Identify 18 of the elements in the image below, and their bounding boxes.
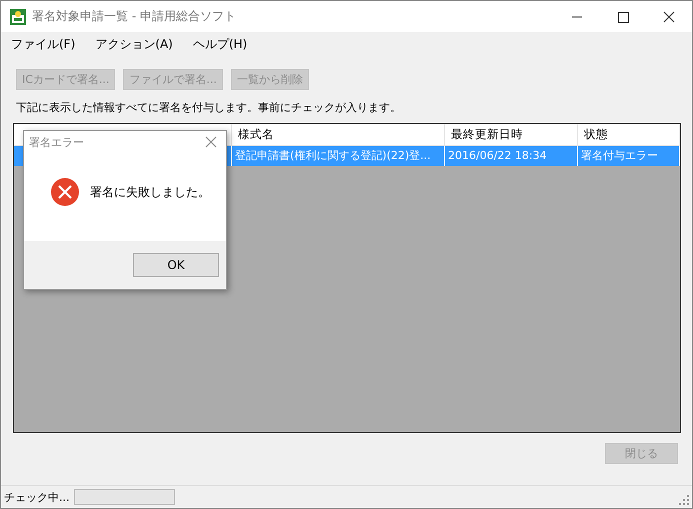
column-header[interactable]: 状態: [578, 124, 680, 145]
column-header[interactable]: 様式名: [232, 124, 445, 145]
menu-item[interactable]: ヘルプ(H): [190, 36, 250, 52]
status-text: チェック中...: [4, 490, 70, 504]
dialog-message: 署名に失敗しました。: [90, 184, 210, 200]
menu-item[interactable]: アクション(A): [93, 36, 175, 52]
column-header[interactable]: 最終更新日時: [445, 124, 578, 145]
ok-button[interactable]: OK: [133, 253, 219, 277]
table-cell: 2016/06/22 18:34: [445, 146, 578, 166]
app-icon: [10, 8, 26, 24]
menu-item[interactable]: ファイル(F): [9, 36, 78, 52]
error-icon: [50, 177, 80, 207]
window-title: 署名対象申請一覧 - 申請用総合ソフト: [32, 8, 237, 25]
close-icon[interactable]: [205, 136, 217, 148]
description-text: 下記に表示した情報すべてに署名を付与します。事前にチェックが入ります。: [15, 100, 402, 116]
table-cell: 署名付与エラー: [578, 146, 680, 166]
resize-grip-icon[interactable]: [679, 495, 689, 505]
table-cell: 登記申請書(権利に関する登記)(22)登...: [232, 146, 445, 166]
